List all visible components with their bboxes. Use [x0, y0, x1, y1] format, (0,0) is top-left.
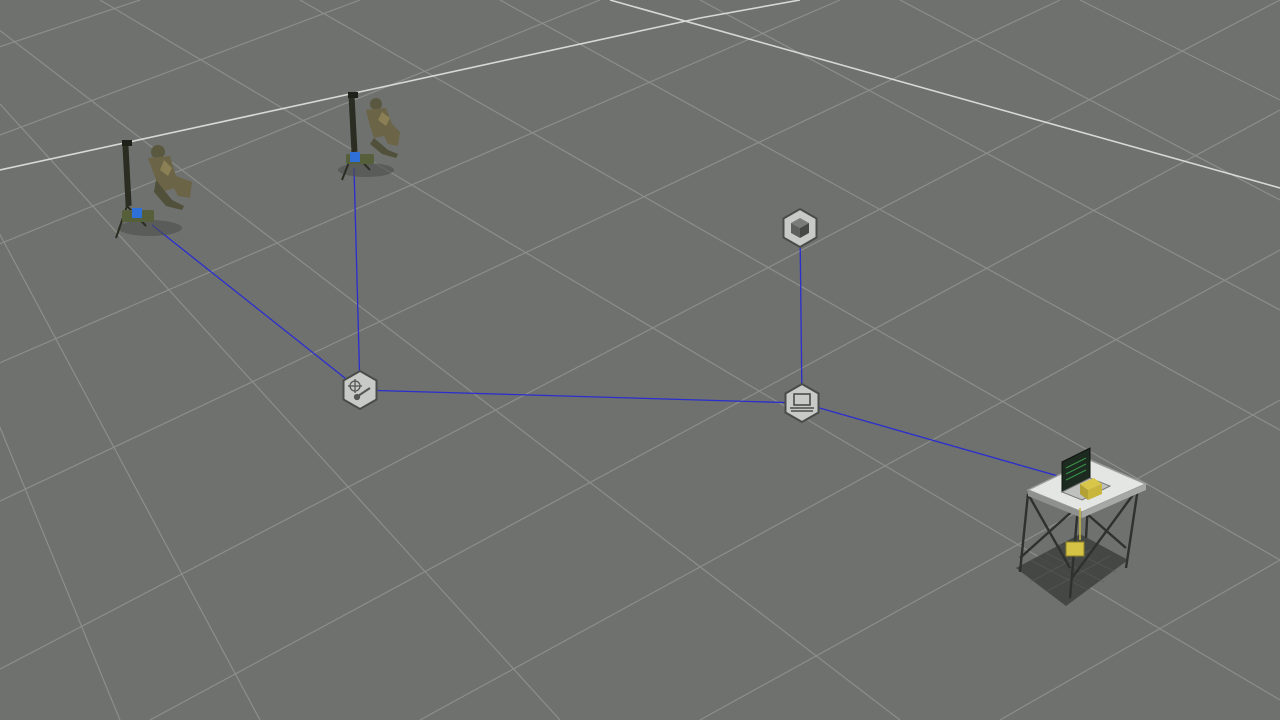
- laptop-module[interactable]: [784, 382, 820, 424]
- fire-support-module[interactable]: [342, 369, 378, 411]
- ground-grid: [0, 0, 1280, 720]
- object-module[interactable]: [782, 207, 818, 249]
- link-fire-laptop: [359, 389, 803, 404]
- major-grid-lines: [0, 0, 1280, 189]
- scene-canvas[interactable]: [0, 0, 1280, 720]
- link-team1-fire: [151, 224, 361, 391]
- editor-viewport[interactable]: [0, 0, 1280, 720]
- link-object-laptop: [799, 227, 803, 404]
- mortar-team-1[interactable]: [115, 140, 192, 239]
- link-team2-fire: [353, 167, 361, 391]
- mortar-team-2[interactable]: [338, 92, 400, 181]
- connection-lines: [151, 167, 1066, 479]
